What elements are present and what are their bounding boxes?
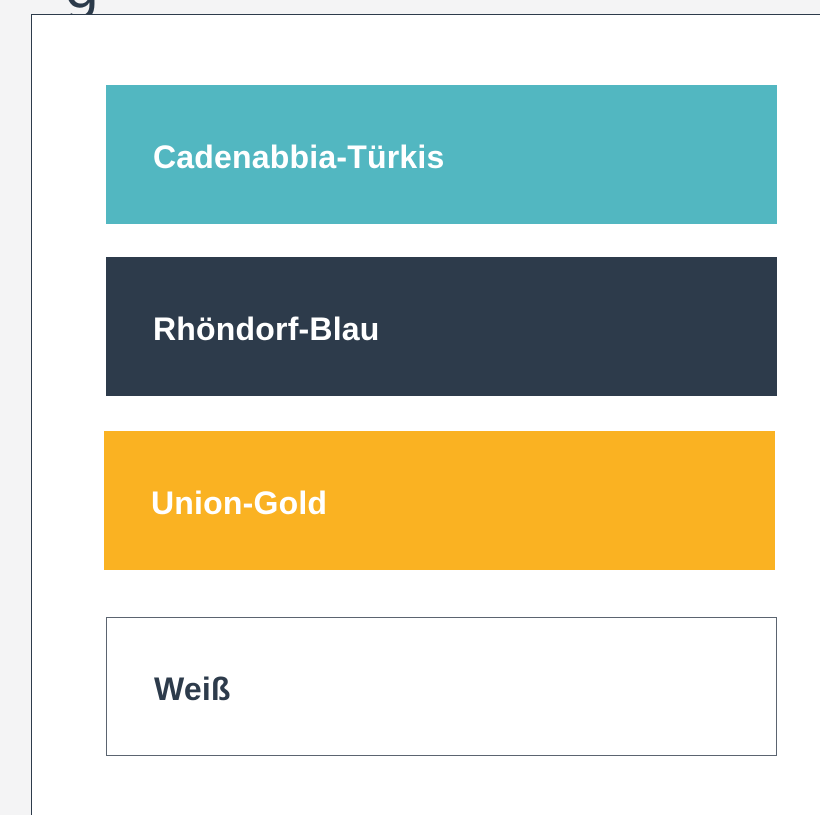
swatch-label: Cadenabbia-Türkis [153,139,445,175]
page: g Cadenabbia-Türkis Rhöndorf-Blau Union-… [0,0,820,815]
color-swatch-rhoendorf-blau: Rhöndorf-Blau [106,257,777,396]
swatch-label: Weiß [154,671,231,707]
swatch-label: Union-Gold [151,485,328,521]
color-swatch-weiss: Weiß [106,617,777,756]
color-swatch-union-gold: Union-Gold [104,431,775,570]
swatch-label: Rhöndorf-Blau [153,311,380,347]
color-swatch-cadenabbia-tuerkis: Cadenabbia-Türkis [106,85,777,224]
